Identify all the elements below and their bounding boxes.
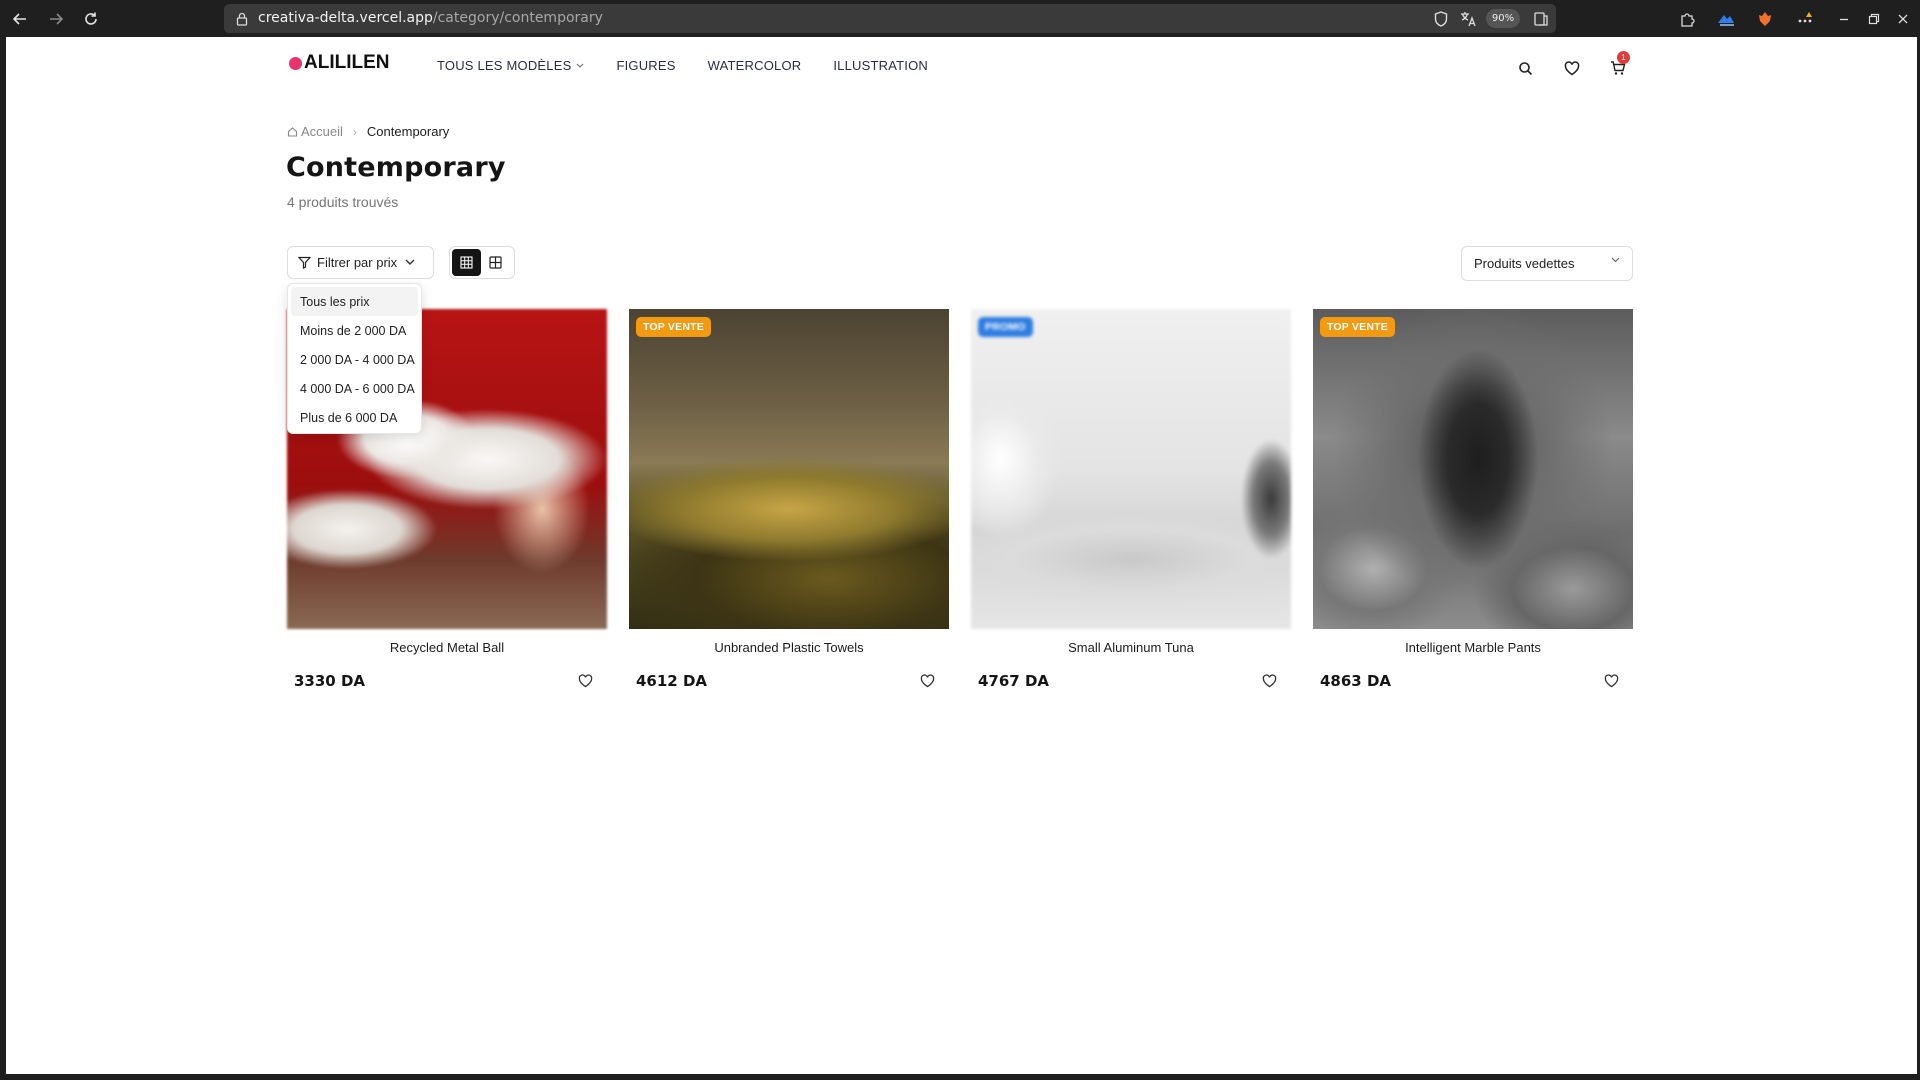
nav-item-watercolor[interactable]: WATERCOLOR	[708, 58, 802, 73]
restore-icon[interactable]	[1864, 9, 1884, 29]
chevron-down-icon	[576, 61, 584, 71]
product-price: 4612 DA	[636, 672, 708, 690]
browser-chrome: creativa-delta.vercel.app/category/conte…	[0, 0, 1920, 37]
product-name[interactable]: Unbranded Plastic Towels	[629, 640, 949, 655]
product-card[interactable]: PROMO Small Aluminum Tuna 4767 DA	[971, 309, 1291, 690]
search-icon[interactable]	[1514, 57, 1536, 79]
shield-icon[interactable]	[1432, 10, 1450, 28]
home-icon	[287, 126, 298, 137]
cart-count-badge: 1	[1617, 51, 1630, 64]
logo-dot	[289, 56, 302, 70]
zoom-level[interactable]: 90%	[1486, 9, 1520, 28]
reader-view-icon[interactable]	[1532, 10, 1550, 28]
fox-extension-icon[interactable]	[1755, 9, 1775, 29]
heart-icon[interactable]	[1604, 673, 1620, 689]
product-price: 4767 DA	[978, 672, 1050, 690]
price-filter-dropdown: Tous les prix Moins de 2 000 DA 2 000 DA…	[287, 283, 422, 434]
overflow-menu-icon[interactable]	[1795, 9, 1815, 29]
nav-label: TOUS LES MODÈLES	[437, 58, 572, 73]
blue-extension-icon[interactable]	[1716, 9, 1736, 29]
price-option[interactable]: Moins de 2 000 DA	[291, 316, 418, 345]
breadcrumb: Accueil › Contemporary	[287, 124, 449, 139]
product-name[interactable]: Recycled Metal Ball	[287, 640, 607, 655]
product-price: 3330 DA	[294, 672, 366, 690]
reload-icon[interactable]	[78, 6, 104, 32]
nav-item-tous-les-modeles[interactable]: TOUS LES MODÈLES	[437, 58, 584, 73]
page-title: Contemporary	[286, 152, 506, 183]
product-price: 4863 DA	[1320, 672, 1392, 690]
back-icon[interactable]	[7, 6, 33, 32]
product-name[interactable]: Small Aluminum Tuna	[971, 640, 1291, 655]
url-text: creativa-delta.vercel.app/category/conte…	[258, 10, 603, 26]
product-card[interactable]: TOP VENTE Unbranded Plastic Towels 4612 …	[629, 309, 949, 690]
product-count: 4 produits trouvés	[287, 194, 399, 210]
breadcrumb-current: Contemporary	[366, 124, 450, 139]
lock-icon	[236, 11, 248, 30]
wishlist-heart-icon[interactable]	[1561, 57, 1583, 79]
site-header: ALILILEN TOUS LES MODÈLES FIGURES WATERC…	[6, 37, 1917, 97]
translate-icon[interactable]	[1459, 10, 1477, 28]
product-image[interactable]: TOP VENTE	[1313, 309, 1633, 629]
nav-item-figures[interactable]: FIGURES	[616, 58, 675, 73]
filter-funnel-icon	[298, 256, 311, 269]
address-bar[interactable]: creativa-delta.vercel.app/category/conte…	[224, 4, 1556, 33]
heart-icon[interactable]	[1262, 673, 1278, 689]
top-vente-badge: TOP VENTE	[1320, 317, 1395, 337]
product-image[interactable]: TOP VENTE	[629, 309, 949, 629]
grid-icon	[489, 256, 502, 269]
price-option[interactable]: Plus de 6 000 DA	[291, 403, 418, 432]
window-frame	[0, 1074, 1920, 1080]
breadcrumb-separator-icon: ›	[352, 124, 357, 139]
nav-label: WATERCOLOR	[707, 58, 802, 73]
url-path: /category/contemporary	[432, 10, 603, 26]
price-option[interactable]: 2 000 DA - 4 000 DA	[291, 345, 418, 374]
sort-select[interactable]: Produits vedettes	[1461, 246, 1633, 281]
minimize-icon[interactable]	[1834, 9, 1854, 29]
product-name[interactable]: Intelligent Marble Pants	[1313, 640, 1633, 655]
nav-item-illustration[interactable]: ILLUSTRATION	[833, 58, 928, 73]
view-toggle	[449, 246, 515, 279]
puzzle-extension-icon[interactable]	[1677, 9, 1697, 29]
main-nav: TOUS LES MODÈLES FIGURES WATERCOLOR ILLU…	[437, 58, 960, 73]
url-host: creativa-delta.vercel.app	[258, 10, 433, 26]
grid-dense-icon	[460, 256, 473, 269]
top-vente-badge: TOP VENTE	[636, 317, 711, 337]
heart-icon[interactable]	[578, 673, 594, 689]
price-filter-label: Filtrer par prix	[317, 255, 398, 270]
promo-badge: PROMO	[978, 317, 1033, 337]
product-card[interactable]: TOP VENTE Intelligent Marble Pants 4863 …	[1313, 309, 1633, 690]
chevron-down-icon	[405, 259, 415, 266]
web-page: ALILILEN TOUS LES MODÈLES FIGURES WATERC…	[6, 37, 1917, 1074]
chevron-down-icon	[1611, 257, 1620, 263]
heart-icon[interactable]	[920, 673, 936, 689]
price-option[interactable]: Tous les prix	[291, 287, 418, 316]
close-window-icon[interactable]	[1893, 9, 1913, 29]
breadcrumb-home-label: Accueil	[301, 124, 343, 139]
forward-icon[interactable]	[43, 6, 69, 32]
grid-4-view-button[interactable]	[452, 249, 481, 276]
price-filter-button[interactable]: Filtrer par prix	[287, 246, 434, 279]
breadcrumb-home[interactable]: Accueil	[287, 124, 343, 139]
nav-label: ILLUSTRATION	[833, 58, 928, 73]
nav-label: FIGURES	[616, 58, 676, 73]
price-option[interactable]: 4 000 DA - 6 000 DA	[291, 374, 418, 403]
product-image[interactable]: PROMO	[971, 309, 1291, 629]
site-logo[interactable]: ALILILEN	[289, 52, 390, 74]
grid-2-view-button[interactable]	[481, 249, 510, 276]
logo-text: ALILILEN	[304, 52, 390, 73]
sort-select-value: Produits vedettes	[1474, 256, 1575, 271]
